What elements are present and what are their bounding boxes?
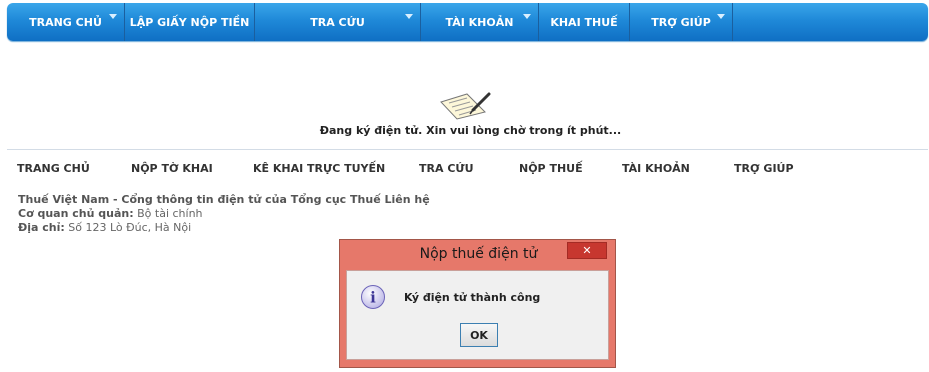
address-value: Số 123 Lò Đúc, Hà Nội bbox=[68, 221, 192, 234]
sub-nav-item-ke-khai-truc-tuyen[interactable]: KÊ KHAI TRỰC TUYẾN bbox=[253, 162, 385, 175]
top-nav-item-tra-cuu[interactable]: TRA CỨU bbox=[255, 3, 421, 41]
top-nav-label: LẬP GIẤY NỘP TIỀN bbox=[129, 15, 250, 29]
top-nav-item-tai-khoan[interactable]: TÀI KHOẢN bbox=[421, 3, 539, 41]
close-button[interactable]: ✕ bbox=[567, 242, 607, 259]
sub-nav-item-tai-khoan[interactable]: TÀI KHOẢN bbox=[622, 162, 690, 175]
signing-document-icon bbox=[440, 92, 491, 120]
secondary-nav: TRANG CHỦ NỘP TỜ KHAI KÊ KHAI TRỰC TUYẾN… bbox=[0, 162, 929, 178]
top-nav-label: KHAI THUẾ bbox=[550, 15, 618, 29]
portal-title: Thuế Việt Nam - Cổng thông tin điện tử c… bbox=[18, 193, 430, 206]
address-line: Địa chỉ: Số 123 Lò Đúc, Hà Nội bbox=[18, 221, 191, 234]
sub-nav-item-nop-thue[interactable]: NỘP THUẾ bbox=[519, 162, 583, 175]
top-nav-label: TRỢ GIÚP bbox=[651, 15, 711, 29]
top-nav-label: TRA CỨU bbox=[310, 15, 365, 29]
top-nav-item-tro-giup[interactable]: TRỢ GIÚP bbox=[630, 3, 733, 41]
svg-text:i: i bbox=[370, 289, 376, 307]
divider bbox=[7, 149, 928, 150]
top-nav-bar: TRANG CHỦ LẬP GIẤY NỘP TIỀN TRA CỨU TÀI … bbox=[7, 3, 928, 41]
info-icon: i bbox=[361, 285, 385, 309]
chevron-down-icon bbox=[523, 14, 531, 19]
address-label: Địa chỉ: bbox=[18, 221, 65, 234]
chevron-down-icon bbox=[109, 14, 117, 19]
dialog-message: Ký điện tử thành công bbox=[404, 291, 541, 304]
loading-message: Đang ký điện tử. Xin vui lòng chờ trong … bbox=[319, 124, 622, 137]
agency-value: Bộ tài chính bbox=[137, 207, 203, 220]
chevron-down-icon bbox=[717, 14, 725, 19]
top-nav-item-khai-thue[interactable]: KHAI THUẾ bbox=[539, 3, 630, 41]
chevron-down-icon bbox=[405, 14, 413, 19]
top-nav-item-trang-chu[interactable]: TRANG CHỦ bbox=[7, 3, 125, 41]
top-nav-item-lap-giay-nop-tien[interactable]: LẬP GIẤY NỘP TIỀN bbox=[125, 3, 255, 41]
agency-line: Cơ quan chủ quản: Bộ tài chính bbox=[18, 207, 203, 220]
sub-nav-item-nop-to-khai[interactable]: NỘP TỜ KHAI bbox=[131, 162, 213, 175]
ok-button[interactable]: OK bbox=[460, 323, 498, 347]
sub-nav-item-tra-cuu[interactable]: TRA CỨU bbox=[419, 162, 474, 175]
sub-nav-item-trang-chu[interactable]: TRANG CHỦ bbox=[17, 162, 90, 175]
top-nav-label: TÀI KHOẢN bbox=[445, 15, 514, 29]
sub-nav-item-tro-giup[interactable]: TRỢ GIÚP bbox=[734, 162, 794, 175]
top-nav-label: TRANG CHỦ bbox=[29, 15, 102, 29]
agency-label: Cơ quan chủ quản: bbox=[18, 207, 134, 220]
message-dialog: Nộp thuế điện tử ✕ i Ký điện tử thành cô… bbox=[339, 239, 616, 368]
dialog-body: i Ký điện tử thành công OK bbox=[346, 270, 609, 360]
